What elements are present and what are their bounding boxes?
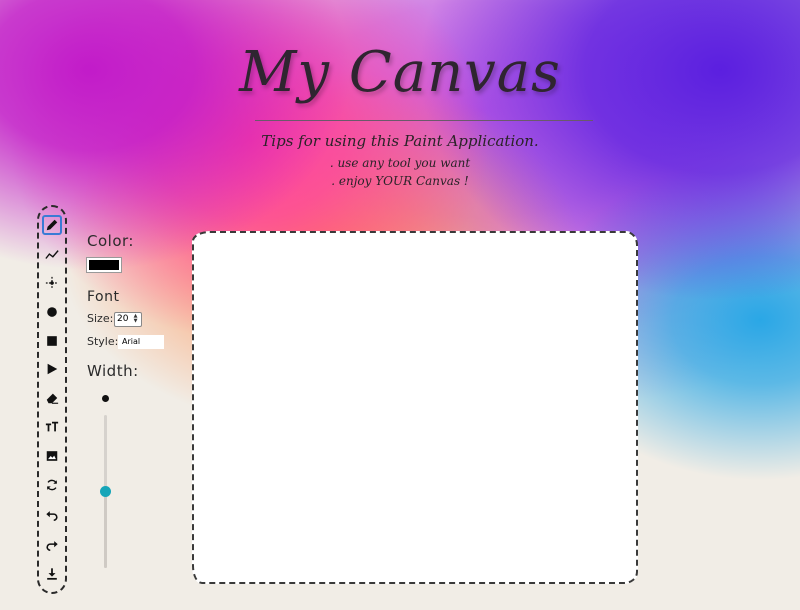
style-label: Style: <box>87 335 119 348</box>
width-slider-thumb[interactable] <box>100 486 111 497</box>
eraser-icon <box>46 393 59 404</box>
tip-item: . use any tool you want <box>329 156 471 170</box>
square-tool-button[interactable] <box>42 331 62 351</box>
drawing-canvas[interactable] <box>192 231 638 584</box>
color-label: Color: <box>87 232 134 250</box>
undo-icon <box>46 511 58 522</box>
triangle-icon <box>47 363 58 375</box>
tips-heading: Tips for using this Paint Application. <box>261 132 539 150</box>
font-size-value: 20 <box>117 314 129 324</box>
text-icon <box>45 421 59 432</box>
refresh-icon <box>46 479 58 491</box>
line-icon <box>45 250 59 259</box>
redo-button[interactable] <box>42 535 62 555</box>
tool-palette <box>37 205 67 594</box>
download-button[interactable] <box>42 564 62 584</box>
circle-icon <box>47 307 57 317</box>
square-icon <box>47 336 57 346</box>
redo-icon <box>46 541 58 552</box>
spinner-icon[interactable]: ▲ ▼ <box>131 314 140 325</box>
font-style-input[interactable]: Arial <box>118 335 164 349</box>
image-icon <box>46 451 58 461</box>
triangle-tool-button[interactable] <box>42 359 62 379</box>
image-tool-button[interactable] <box>42 446 62 466</box>
circle-tool-button[interactable] <box>42 302 62 322</box>
pencil-tool-button[interactable] <box>42 215 62 235</box>
width-slider-fill <box>104 491 107 568</box>
color-picker[interactable] <box>86 257 122 273</box>
brush-size-preview <box>102 395 109 402</box>
eraser-tool-button[interactable] <box>42 388 62 408</box>
page-title: My Canvas <box>239 40 561 105</box>
line-tool-button[interactable] <box>42 245 62 265</box>
size-label: Size: <box>87 312 114 325</box>
spray-tool-button[interactable] <box>42 273 62 293</box>
font-label: Font <box>87 289 120 305</box>
font-size-input[interactable]: 20 ▲ ▼ <box>114 312 142 327</box>
width-label: Width: <box>87 362 139 380</box>
download-icon <box>47 568 57 580</box>
clear-tool-button[interactable] <box>42 475 62 495</box>
undo-button[interactable] <box>42 505 62 525</box>
text-tool-button[interactable] <box>42 417 62 437</box>
pencil-icon <box>46 219 58 231</box>
title-divider <box>255 120 593 121</box>
spray-icon <box>45 276 59 290</box>
tip-item: . enjoy YOUR Canvas ! <box>331 174 469 188</box>
